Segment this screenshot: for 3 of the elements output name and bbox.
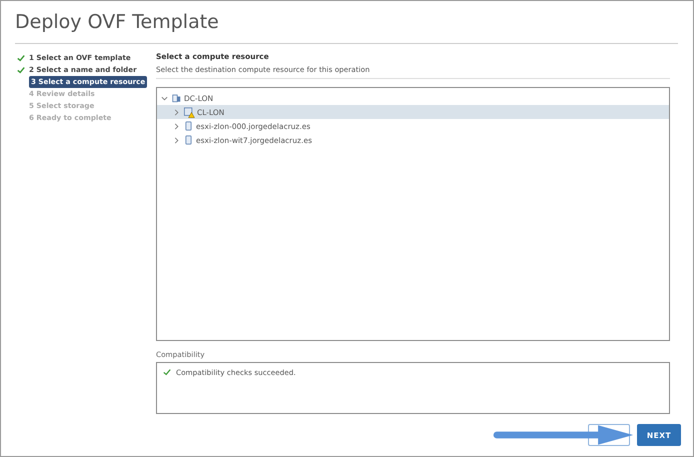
- cluster-icon: [184, 107, 193, 117]
- window-title: Deploy OVF Template: [14, 10, 220, 35]
- building-icon: [172, 93, 181, 103]
